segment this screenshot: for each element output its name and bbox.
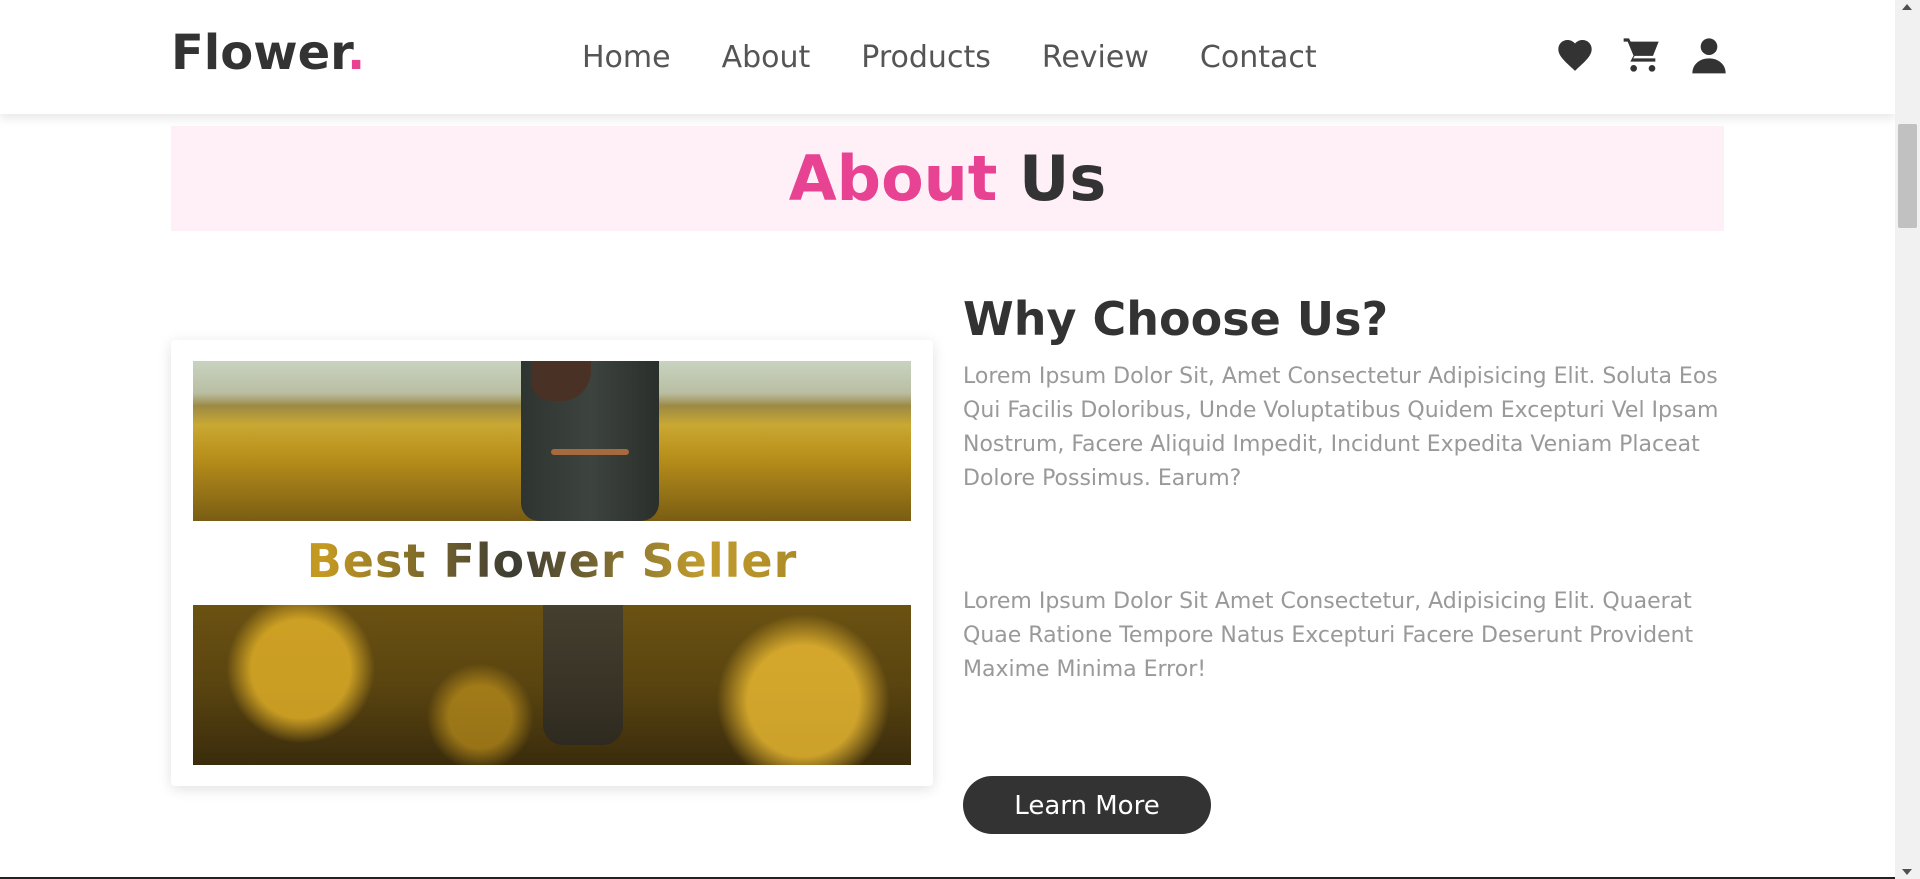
flower-field-photo-bottom xyxy=(193,605,911,765)
site-header: Flower. Home About Products Review Conta… xyxy=(0,0,1895,114)
page-scrollbar[interactable] xyxy=(1895,0,1920,879)
nav-link-contact[interactable]: Contact xyxy=(1200,38,1317,78)
main-nav: Home About Products Review Contact xyxy=(582,38,1368,78)
cart-icon[interactable] xyxy=(1621,34,1663,76)
scrollbar-thumb[interactable] xyxy=(1898,124,1917,228)
nav-link-products[interactable]: Products xyxy=(861,38,991,78)
paragraph-2: Lorem Ipsum Dolor Sit Amet Consectetur, … xyxy=(963,589,1694,682)
user-icon[interactable] xyxy=(1688,34,1730,76)
card-title: Best Flower Seller xyxy=(171,536,933,587)
section-heading: Why Choose Us? xyxy=(963,292,1389,346)
page-title: About Us xyxy=(171,126,1724,231)
woman-legs xyxy=(543,605,623,745)
title-rest: Us xyxy=(997,142,1107,215)
paragraph-1: Lorem Ipsum Dolor Sit, Amet Consectetur … xyxy=(963,364,1719,491)
about-heading-band: About Us xyxy=(171,126,1724,231)
flower-field-photo-top xyxy=(193,361,911,521)
header-icons xyxy=(1554,34,1755,76)
title-accent: About xyxy=(788,142,998,215)
scroll-up-arrow-icon[interactable] xyxy=(1902,4,1912,10)
logo-dot: . xyxy=(346,25,366,81)
about-image-card: Best Flower Seller xyxy=(171,340,933,786)
nav-link-about[interactable]: About xyxy=(722,38,811,78)
nav-link-home[interactable]: Home xyxy=(582,38,671,78)
heart-icon[interactable] xyxy=(1554,34,1596,76)
scroll-down-arrow-icon[interactable] xyxy=(1902,869,1912,875)
learn-more-button[interactable]: Learn More xyxy=(963,776,1211,834)
logo-text: Flower xyxy=(171,25,347,81)
nav-link-review[interactable]: Review xyxy=(1042,38,1149,78)
about-content: Why Choose Us? Lorem Ipsum Dolor Sit, Am… xyxy=(963,290,1723,834)
logo[interactable]: Flower. xyxy=(171,29,365,77)
woman-figure xyxy=(521,361,659,521)
